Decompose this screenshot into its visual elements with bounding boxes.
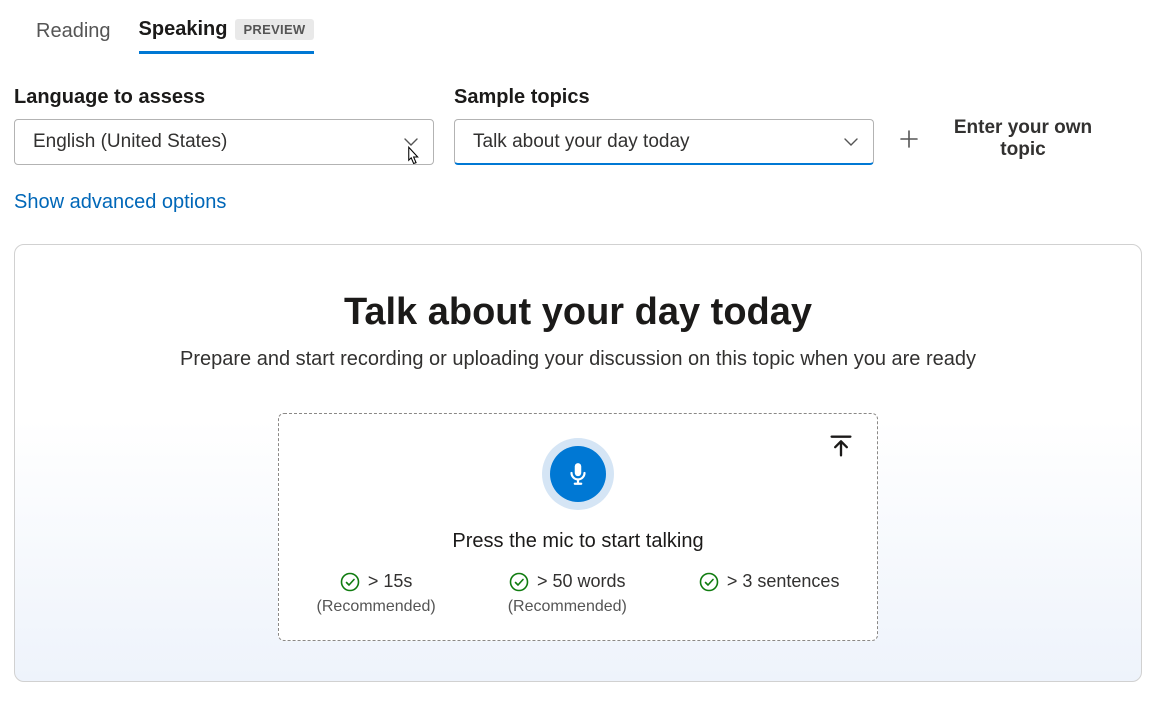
tab-reading-label: Reading bbox=[36, 20, 111, 43]
language-dropdown[interactable]: English (United States) bbox=[14, 119, 434, 165]
tab-speaking[interactable]: Speaking PREVIEW bbox=[139, 12, 314, 54]
enter-own-topic-button[interactable]: Enter your own topic bbox=[894, 117, 1108, 165]
advanced-options-link[interactable]: Show advanced options bbox=[14, 173, 226, 214]
controls-row: Language to assess English (United State… bbox=[14, 56, 1138, 173]
chevron-down-icon bbox=[403, 134, 419, 150]
mic-button[interactable] bbox=[542, 438, 614, 510]
panel-subtitle: Prepare and start recording or uploading… bbox=[35, 348, 1121, 371]
panel-title: Talk about your day today bbox=[35, 291, 1121, 334]
chevron-down-icon bbox=[843, 134, 859, 150]
tabs-bar: Reading Speaking PREVIEW bbox=[14, 12, 1138, 56]
threshold-time-value: > 15s bbox=[368, 571, 413, 592]
threshold-sentences-value: > 3 sentences bbox=[727, 571, 840, 592]
threshold-time-rec: (Recommended) bbox=[317, 598, 436, 616]
check-circle-icon bbox=[340, 572, 360, 592]
threshold-words-value: > 50 words bbox=[537, 571, 626, 592]
topic-dropdown[interactable]: Talk about your day today bbox=[454, 119, 874, 165]
threshold-words: > 50 words (Recommended) bbox=[508, 571, 627, 616]
topic-label: Sample topics bbox=[454, 86, 874, 109]
mic-prompt: Press the mic to start talking bbox=[303, 530, 853, 553]
microphone-icon bbox=[565, 461, 591, 487]
tab-speaking-label: Speaking bbox=[139, 18, 228, 41]
language-label: Language to assess bbox=[14, 86, 434, 109]
assessment-panel: Talk about your day today Prepare and st… bbox=[14, 244, 1142, 682]
preview-badge: PREVIEW bbox=[235, 19, 313, 40]
check-circle-icon bbox=[699, 572, 719, 592]
language-field: Language to assess English (United State… bbox=[14, 86, 434, 165]
mic-fill bbox=[550, 446, 606, 502]
recorder-card: Press the mic to start talking > 15s (Re… bbox=[278, 413, 878, 641]
language-value: English (United States) bbox=[33, 131, 227, 153]
thresholds-row: > 15s (Recommended) > 50 words (Recommen… bbox=[303, 571, 853, 616]
check-circle-icon bbox=[509, 572, 529, 592]
tab-reading[interactable]: Reading bbox=[36, 14, 111, 53]
threshold-words-rec: (Recommended) bbox=[508, 598, 627, 616]
own-topic-label: Enter your own topic bbox=[938, 117, 1108, 161]
topic-field: Sample topics Talk about your day today bbox=[454, 86, 874, 165]
plus-icon bbox=[894, 124, 924, 154]
upload-icon[interactable] bbox=[827, 432, 855, 460]
threshold-time: > 15s (Recommended) bbox=[317, 571, 436, 616]
topic-value: Talk about your day today bbox=[473, 131, 690, 153]
threshold-sentences: > 3 sentences bbox=[699, 571, 840, 616]
